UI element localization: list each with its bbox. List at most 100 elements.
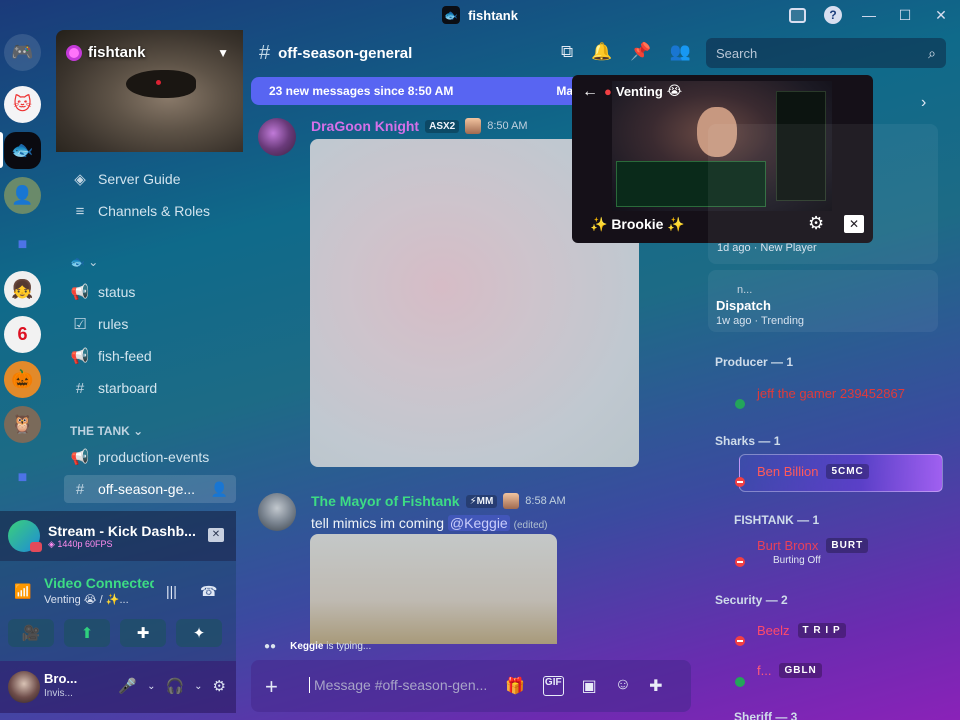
status-dnd-icon (735, 477, 745, 487)
mic-chevron-icon[interactable]: ⌄ (147, 681, 155, 692)
avatar[interactable] (258, 118, 296, 156)
inbox-icon[interactable] (788, 6, 806, 24)
user-mention[interactable]: @Keggie (447, 515, 510, 531)
server-six-icon[interactable]: 6 (4, 316, 41, 353)
add-member-icon[interactable]: 👤 (211, 481, 228, 498)
message-composer: + Message #off-season-gen... 🎁 GIF ▣ ☺ ✚ (251, 660, 691, 712)
folder-icon-2[interactable]: ■ (4, 459, 41, 496)
gif-icon[interactable]: GIF (542, 676, 564, 696)
server-guide-link[interactable]: ◈ Server Guide (64, 165, 236, 193)
member-ben-billion[interactable]: Ben Billion 5CMC (757, 464, 869, 479)
avatar[interactable] (8, 671, 40, 703)
settings-gear-icon[interactable]: ⚙ (213, 677, 226, 695)
direct-messages-icon[interactable]: 🎮 (4, 34, 41, 71)
title-bar: 🐟 fishtank ? — ☐ ✕ (0, 0, 960, 30)
message-text-body: tell mimics im coming (311, 515, 448, 531)
server-character-icon[interactable]: 👧 (4, 271, 41, 308)
message-author[interactable]: DraGoon Knight (311, 118, 419, 134)
activity-n: n... (737, 284, 753, 296)
channel-off-season-general[interactable]: # off-season-ge... 👤 (64, 475, 236, 503)
typing-user: Keggie (290, 641, 324, 652)
activity-card-meta: 1d ago · New Player (717, 242, 817, 254)
server-fishtank-icon[interactable]: 🐟 (4, 132, 41, 169)
back-arrow-icon[interactable]: ← (582, 83, 598, 101)
status-online-icon (735, 399, 745, 409)
disconnect-icon[interactable]: ☎ (200, 583, 217, 600)
maximize-button[interactable]: ☐ (896, 6, 914, 24)
guild-tag[interactable]: ASX2 (425, 119, 460, 133)
chevron-down-icon[interactable]: ▼ (217, 46, 229, 60)
channels-roles-link[interactable]: ≡ Channels & Roles (64, 197, 236, 225)
threads-icon[interactable]: ⧉ (561, 42, 573, 62)
voice-status[interactable]: Video Connected (44, 575, 154, 591)
channel-status-label: status (98, 284, 136, 300)
category-fish-emoji[interactable]: 🐟 ⌄ (70, 255, 98, 269)
channel-status[interactable]: 📢 status (64, 278, 236, 306)
channel-fish-feed[interactable]: 📢 fish-feed (64, 342, 236, 370)
guild-tag[interactable]: ⚡MM (465, 494, 498, 508)
microphone-icon[interactable]: 🎤 (118, 677, 137, 695)
activities-button[interactable]: ✚ (120, 619, 166, 647)
pip-channel[interactable]: ● Venting 😭 (604, 83, 682, 99)
announcement-icon-2: 📢 (70, 348, 90, 365)
voice-channel[interactable]: Venting 😭 / ✨... (44, 593, 129, 606)
role-header-producer: Producer — 1 (715, 355, 794, 369)
help-icon[interactable]: ? (824, 6, 842, 24)
stream-panel[interactable]: Stream - Kick Dashb... ◈ 1440p 60FPS ✕ (0, 511, 236, 561)
member-list-icon[interactable]: 👥 (669, 42, 690, 62)
typing-suffix: is typing... (323, 641, 372, 652)
emoji-icon[interactable]: ☺ (615, 676, 631, 696)
member-name: jeff the gamer 239452867 (757, 386, 905, 401)
server-pumpkin-icon[interactable]: 🎃 (4, 361, 41, 398)
member-beelz[interactable]: Beelz T R I P (757, 623, 846, 638)
pin-icon[interactable]: 📌 (630, 42, 651, 62)
user-name[interactable]: Bro... (44, 671, 77, 686)
close-button[interactable]: ✕ (932, 6, 950, 24)
message-author[interactable]: The Mayor of Fishtank (311, 493, 460, 509)
headphones-icon[interactable]: 🎧 (165, 677, 184, 695)
rules-checkbox-icon: ☑ (73, 316, 87, 333)
channel-production-events[interactable]: 📢 production-events (64, 443, 236, 471)
message-input[interactable]: Message #off-season-gen... (309, 677, 487, 693)
activity-meta: 1w ago · Trending (716, 315, 805, 327)
notification-bell-icon[interactable]: 🔔 (591, 42, 612, 62)
member-jeff[interactable]: jeff the gamer 239452867 (757, 386, 905, 401)
search-input[interactable]: Search ⌕ (706, 38, 946, 68)
chevron-right-icon[interactable]: › (921, 94, 926, 112)
avatar[interactable] (258, 493, 296, 531)
sticker-icon[interactable]: ▣ (582, 676, 597, 696)
gift-icon[interactable]: 🎁 (505, 676, 525, 696)
camera-button[interactable]: 🎥 (8, 619, 54, 647)
upload-plus-icon[interactable]: + (265, 674, 278, 700)
banner-fish-image (126, 70, 196, 98)
signal-icon[interactable]: 📶 (14, 583, 31, 600)
noise-suppression-icon[interactable]: ||| (166, 583, 177, 599)
channel-starboard-label: starboard (98, 380, 158, 396)
share-screen-button[interactable]: ⬆ (64, 619, 110, 647)
channel-starboard[interactable]: # starboard (64, 374, 236, 402)
mark-as-read-button[interactable]: Ma (556, 84, 573, 98)
status-online-icon (735, 677, 745, 687)
new-messages-bar[interactable]: 23 new messages since 8:50 AM Ma (251, 77, 581, 105)
server-banner: fishtank ▼ (56, 30, 243, 152)
channel-rules[interactable]: ☑ rules (64, 310, 236, 338)
announcement-icon: 📢 (70, 284, 90, 301)
edited-label: (edited) (513, 520, 548, 531)
role-icon (465, 118, 482, 134)
category-the-tank[interactable]: THE TANK ⌄ (70, 424, 143, 438)
member-f[interactable]: f... GBLN (757, 663, 822, 678)
channel-off-season-label: off-season-ge... (98, 481, 196, 497)
server-anime-icon[interactable]: 👤 (4, 177, 41, 214)
server-name-header[interactable]: fishtank (66, 44, 146, 61)
apps-icon[interactable]: ✚ (649, 676, 662, 696)
minimize-button[interactable]: — (860, 6, 878, 24)
stream-screen-icon (8, 520, 42, 552)
server-hello-kitty-icon[interactable]: 🐱 (4, 86, 41, 123)
server-owl-icon[interactable]: 🦉 (4, 406, 41, 443)
stop-stream-icon[interactable]: ✕ (208, 528, 224, 542)
member-burt-bronx[interactable]: Burt Bronx BURT (757, 538, 869, 553)
message-image-blurred-2[interactable] (310, 534, 557, 644)
headphones-chevron-icon[interactable]: ⌄ (194, 681, 202, 692)
soundboard-button[interactable]: ✦ (176, 619, 222, 647)
folder-icon[interactable]: ■ (4, 226, 41, 263)
